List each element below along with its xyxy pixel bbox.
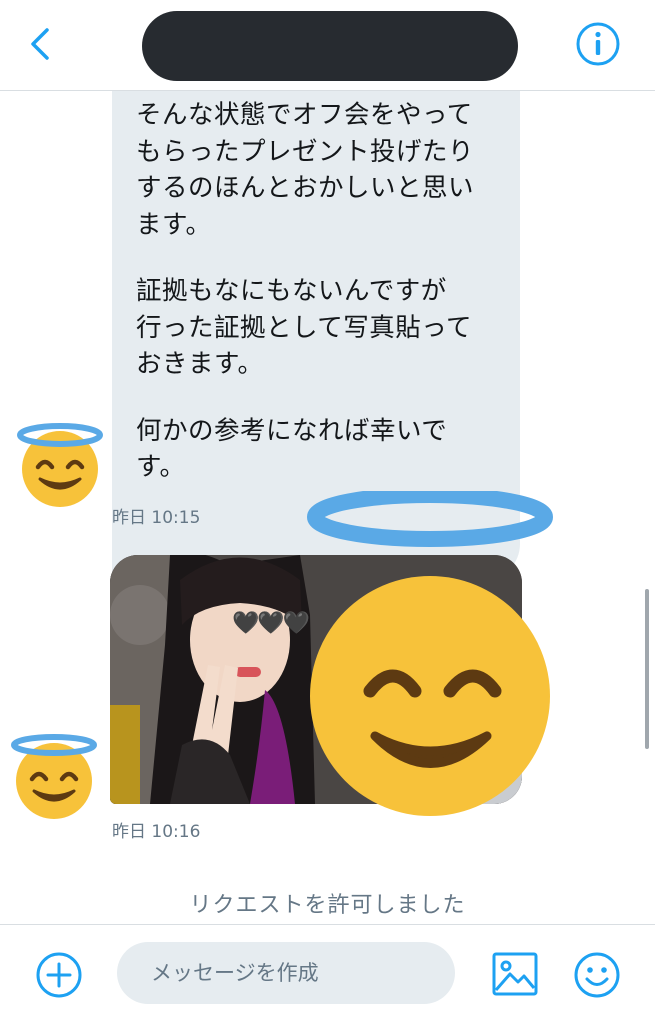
info-icon bbox=[576, 22, 620, 66]
photo-timestamp: 昨日 10:16 bbox=[112, 822, 201, 842]
image-icon bbox=[492, 952, 538, 996]
back-button[interactable] bbox=[22, 24, 62, 64]
message-line-blank bbox=[136, 383, 506, 413]
halo-emoji-sticker-icon bbox=[307, 491, 553, 816]
plus-circle-icon bbox=[36, 952, 82, 998]
add-image-button[interactable] bbox=[490, 950, 540, 998]
emoji-overlay: 🖤🖤🖤 bbox=[232, 611, 310, 636]
message-timestamp: 昨日 10:15 bbox=[112, 508, 201, 528]
message-line: ます。 bbox=[136, 209, 212, 240]
message-line-blank bbox=[136, 243, 506, 273]
sender-avatar-halo-emoji-icon[interactable] bbox=[8, 731, 100, 821]
add-media-button[interactable] bbox=[34, 950, 84, 1000]
message-thread[interactable]: そんな状態でオフ会をやって もらったプレゼント投げたり するのほんとおかしいと思… bbox=[0, 91, 655, 924]
message-line: 行った証拠として写真貼って bbox=[136, 312, 472, 343]
scrollbar[interactable] bbox=[645, 589, 649, 749]
smiley-icon bbox=[574, 952, 620, 998]
message-line: おきます。 bbox=[136, 349, 264, 379]
message-line: 何かの参考になれば幸いで bbox=[136, 415, 448, 446]
emoji-button[interactable] bbox=[572, 950, 622, 1000]
message-line: もらったプレゼント投げたり bbox=[136, 136, 475, 167]
system-message: リクエストを許可しました bbox=[189, 893, 466, 918]
chevron-left-icon bbox=[31, 28, 49, 60]
message-input[interactable] bbox=[117, 942, 455, 1004]
message-line: す。 bbox=[136, 452, 186, 482]
redacted-conversation-title bbox=[142, 11, 518, 81]
message-line: そんな状態でオフ会をやって bbox=[136, 100, 473, 130]
conversation-header bbox=[0, 0, 655, 91]
sender-avatar-halo-emoji-icon[interactable] bbox=[16, 419, 104, 509]
message-text: そんな状態でオフ会をやって もらったプレゼント投げたり するのほんとおかしいと思… bbox=[136, 97, 506, 486]
message-composer bbox=[0, 924, 655, 1024]
message-line: 証拠もなにもないんですが bbox=[136, 276, 447, 306]
message-line: するのほんとおかしいと思い bbox=[136, 173, 475, 203]
info-button[interactable] bbox=[574, 20, 622, 68]
